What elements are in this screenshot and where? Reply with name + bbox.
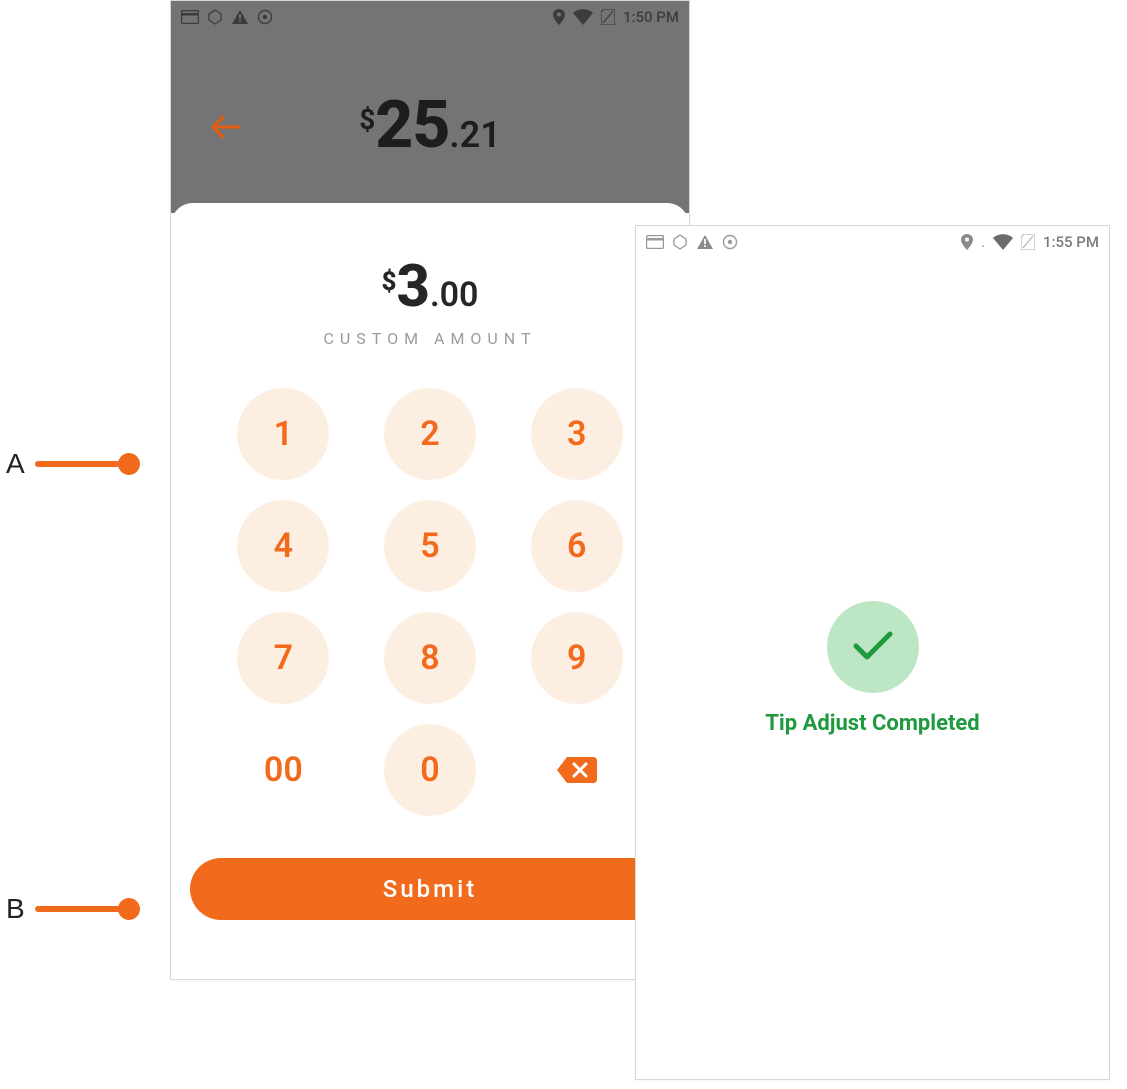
check-icon	[850, 627, 896, 667]
submit-button[interactable]: Submit	[190, 858, 670, 920]
custom-currency: $	[382, 267, 397, 297]
submit-label: Submit	[383, 875, 477, 903]
keypad-7[interactable]: 7	[237, 612, 329, 704]
keypad-5[interactable]: 5	[384, 500, 476, 592]
circle-icon	[257, 9, 273, 25]
success-circle	[827, 601, 919, 693]
custom-cents: .00	[430, 275, 479, 315]
custom-whole: 3	[397, 253, 430, 321]
card-icon	[646, 235, 664, 249]
callout-b-label: B	[6, 893, 25, 925]
total-whole: 25	[375, 87, 449, 164]
keypad: 1 2 3 4 5 6 7 8 9 00 0	[230, 388, 630, 816]
callout-a-line	[35, 461, 130, 467]
keypad-00[interactable]: 00	[237, 724, 329, 816]
phone-success: . 1:55 PM Tip Adjust Completed	[635, 225, 1110, 1080]
success-panel: Tip Adjust Completed	[636, 258, 1109, 1079]
keypad-9[interactable]: 9	[531, 612, 623, 704]
custom-amount-label: CUSTOM AMOUNT	[171, 329, 689, 348]
warning-icon	[231, 9, 249, 25]
keypad-backspace[interactable]	[531, 724, 623, 816]
custom-amount: $3.00	[171, 253, 689, 321]
total-amount: $25.21	[171, 33, 689, 164]
success-text: Tip Adjust Completed	[765, 711, 979, 736]
keypad-3[interactable]: 3	[531, 388, 623, 480]
polygon-icon	[207, 9, 223, 25]
card-icon	[181, 10, 199, 24]
sim-icon	[601, 9, 615, 25]
callout-b: B	[6, 893, 130, 925]
callout-b-line	[35, 906, 130, 912]
keypad-1[interactable]: 1	[237, 388, 329, 480]
polygon-icon	[672, 234, 688, 250]
wifi-icon	[573, 9, 593, 25]
location-icon	[553, 9, 565, 25]
status-time: 1:55 PM	[1043, 233, 1099, 251]
status-bar: 1:50 PM	[171, 1, 689, 33]
custom-amount-sheet: $3.00 CUSTOM AMOUNT 1 2 3 4 5 6 7 8 9 00…	[171, 203, 689, 979]
callout-a: A	[6, 448, 130, 480]
total-currency: $	[359, 103, 375, 136]
dimmed-header: $25.21	[171, 33, 689, 213]
keypad-2[interactable]: 2	[384, 388, 476, 480]
keypad-0[interactable]: 0	[384, 724, 476, 816]
circle-icon	[722, 234, 738, 250]
backspace-icon	[555, 754, 599, 786]
status-bar: . 1:55 PM	[636, 226, 1109, 258]
keypad-4[interactable]: 4	[237, 500, 329, 592]
callout-a-label: A	[6, 448, 25, 480]
back-button[interactable]	[211, 115, 241, 145]
warning-icon	[696, 234, 714, 250]
phone-custom-tip: 1:50 PM $25.21 $3.00 CUSTOM AMOUNT 1 2 3…	[170, 0, 690, 980]
location-icon	[961, 234, 973, 250]
keypad-8[interactable]: 8	[384, 612, 476, 704]
total-cents: .21	[449, 114, 500, 156]
sim-icon	[1021, 234, 1035, 250]
keypad-6[interactable]: 6	[531, 500, 623, 592]
status-time: 1:50 PM	[623, 8, 679, 26]
wifi-icon	[993, 234, 1013, 250]
dot-icon: .	[981, 233, 985, 251]
